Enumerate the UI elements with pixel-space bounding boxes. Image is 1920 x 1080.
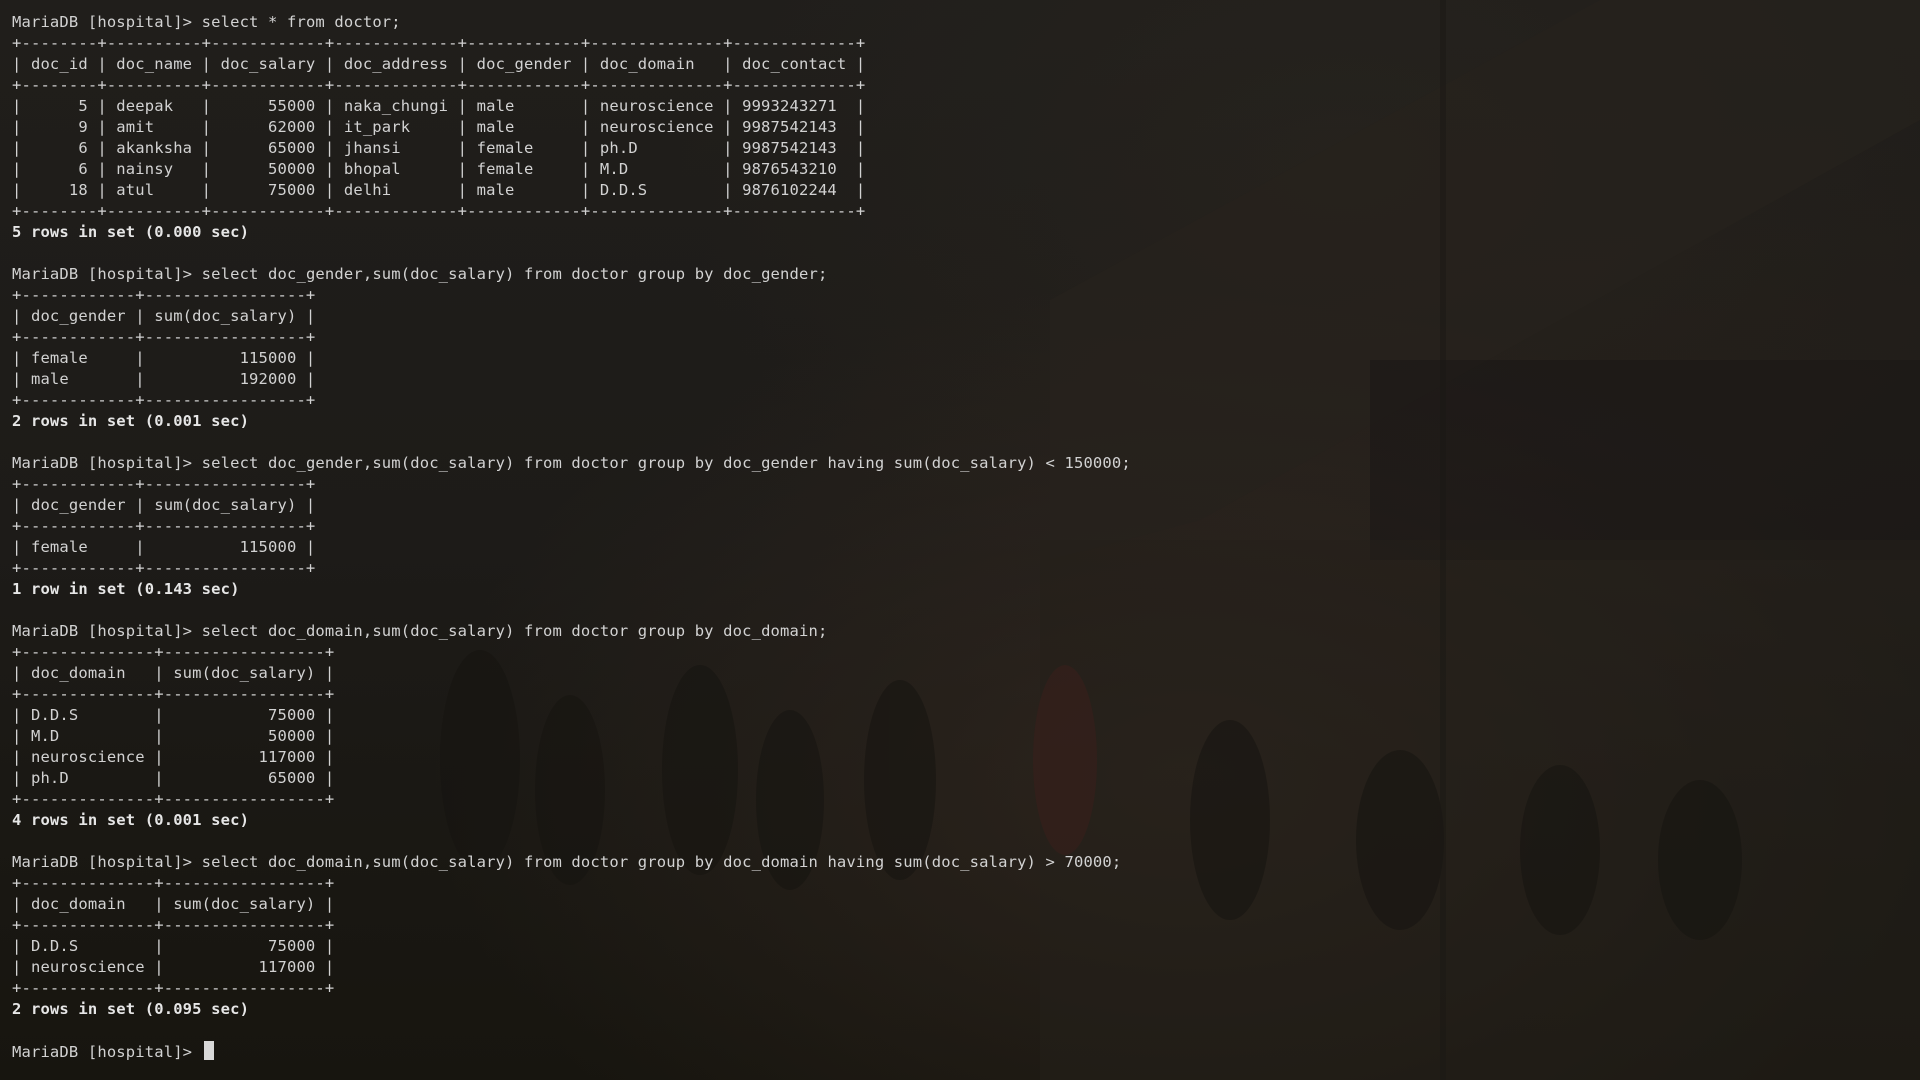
table-row: | ph.D | 65000 | bbox=[12, 769, 335, 787]
sql-command: select doc_gender,sum(doc_salary) from d… bbox=[201, 454, 1131, 472]
table-border: +--------------+-----------------+ bbox=[12, 916, 335, 934]
table-border: +--------------+-----------------+ bbox=[12, 685, 335, 703]
table-border: +------------+-----------------+ bbox=[12, 475, 316, 493]
prompt: MariaDB [hospital]> bbox=[12, 853, 202, 871]
table-border: +--------------+-----------------+ bbox=[12, 979, 335, 997]
table-border: +------------+-----------------+ bbox=[12, 517, 316, 535]
table-row: | doc_gender | sum(doc_salary) | bbox=[12, 496, 316, 514]
command-line: MariaDB [hospital]> select doc_domain,su… bbox=[12, 621, 1131, 642]
result-summary: 5 rows in set (0.000 sec) bbox=[12, 223, 250, 241]
table-border: +------------+-----------------+ bbox=[12, 559, 316, 577]
command-line: MariaDB [hospital]> select doc_gender,su… bbox=[12, 453, 1131, 474]
table-row: | 9 | amit | 62000 | it_park | male | ne… bbox=[12, 118, 866, 136]
command-line: MariaDB [hospital]> select * from doctor… bbox=[12, 12, 1131, 33]
terminal-window[interactable]: MariaDB [hospital]> select * from doctor… bbox=[0, 0, 1920, 1080]
table-border: +--------+----------+------------+------… bbox=[12, 202, 866, 220]
prompt: MariaDB [hospital]> bbox=[12, 622, 202, 640]
table-row: | doc_domain | sum(doc_salary) | bbox=[12, 895, 335, 913]
table-row: | female | 115000 | bbox=[12, 349, 316, 367]
terminal-output: MariaDB [hospital]> select * from doctor… bbox=[12, 12, 1131, 1062]
table-row: | female | 115000 | bbox=[12, 538, 316, 556]
table-row: | doc_id | doc_name | doc_salary | doc_a… bbox=[12, 55, 866, 73]
result-summary: 4 rows in set (0.001 sec) bbox=[12, 811, 250, 829]
table-row: | doc_gender | sum(doc_salary) | bbox=[12, 307, 316, 325]
table-border: +--------------+-----------------+ bbox=[12, 643, 335, 661]
prompt: MariaDB [hospital]> bbox=[12, 265, 202, 283]
table-row: | neuroscience | 117000 | bbox=[12, 958, 335, 976]
prompt: MariaDB [hospital]> bbox=[12, 13, 202, 31]
table-row: | male | 192000 | bbox=[12, 370, 316, 388]
table-row: | 6 | nainsy | 50000 | bhopal | female |… bbox=[12, 160, 866, 178]
table-border: +------------+-----------------+ bbox=[12, 328, 316, 346]
table-row: | neuroscience | 117000 | bbox=[12, 748, 335, 766]
table-row: | D.D.S | 75000 | bbox=[12, 937, 335, 955]
sql-command: select doc_gender,sum(doc_salary) from d… bbox=[201, 265, 828, 283]
table-border: +------------+-----------------+ bbox=[12, 391, 316, 409]
command-line: MariaDB [hospital]> select doc_gender,su… bbox=[12, 264, 1131, 285]
sql-command: select doc_domain,sum(doc_salary) from d… bbox=[201, 853, 1122, 871]
table-row: | M.D | 50000 | bbox=[12, 727, 335, 745]
table-row: | D.D.S | 75000 | bbox=[12, 706, 335, 724]
prompt: MariaDB [hospital]> bbox=[12, 454, 202, 472]
table-row: | 6 | akanksha | 65000 | jhansi | female… bbox=[12, 139, 866, 157]
table-border: +--------------+-----------------+ bbox=[12, 790, 335, 808]
text-cursor[interactable] bbox=[203, 1041, 214, 1060]
table-border: +------------+-----------------+ bbox=[12, 286, 316, 304]
table-row: | 18 | atul | 75000 | delhi | male | D.D… bbox=[12, 181, 866, 199]
command-line: MariaDB [hospital]> select doc_domain,su… bbox=[12, 852, 1131, 873]
table-border: +--------+----------+------------+------… bbox=[12, 76, 866, 94]
result-summary: 1 row in set (0.143 sec) bbox=[12, 580, 240, 598]
table-row: | doc_domain | sum(doc_salary) | bbox=[12, 664, 335, 682]
table-border: +--------+----------+------------+------… bbox=[12, 34, 866, 52]
active-prompt-line[interactable]: MariaDB [hospital]> bbox=[12, 1041, 1131, 1062]
table-row: | 5 | deepak | 55000 | naka_chungi | mal… bbox=[12, 97, 866, 115]
prompt: MariaDB [hospital]> bbox=[12, 1043, 202, 1061]
sql-command: select doc_domain,sum(doc_salary) from d… bbox=[201, 622, 828, 640]
table-border: +--------------+-----------------+ bbox=[12, 874, 335, 892]
result-summary: 2 rows in set (0.001 sec) bbox=[12, 412, 250, 430]
sql-command: select * from doctor; bbox=[201, 13, 401, 31]
result-summary: 2 rows in set (0.095 sec) bbox=[12, 1000, 250, 1018]
